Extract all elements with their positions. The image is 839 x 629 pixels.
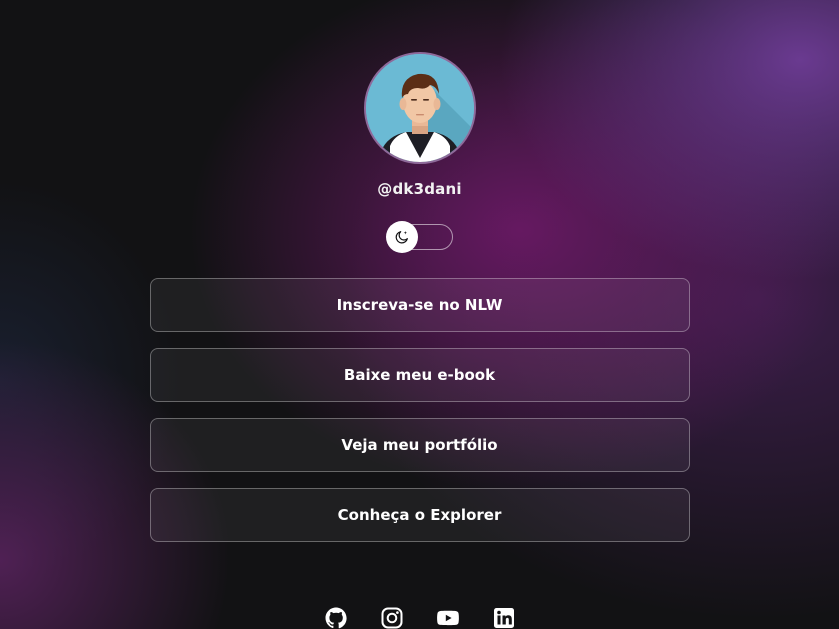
list-item: Veja meu portfólio — [149, 418, 690, 472]
instagram-link[interactable] — [380, 606, 404, 629]
profile: @dk3dani — [150, 52, 690, 253]
youtube-icon — [436, 610, 459, 626]
links-list: Inscreva-se no NLW Baixe meu e-book Veja… — [149, 278, 690, 542]
theme-toggle[interactable] — [385, 221, 453, 253]
theme-toggle-knob[interactable] — [385, 221, 418, 253]
avatar-illustration — [365, 54, 474, 162]
list-item: Inscreva-se no NLW — [149, 278, 690, 332]
link-button-portfolio[interactable]: Veja meu portfólio — [149, 418, 690, 472]
list-item: Conheça o Explorer — [149, 488, 690, 542]
list-item: Baixe meu e-book — [149, 348, 690, 402]
linkedin-link[interactable] — [492, 606, 516, 629]
username: @dk3dani — [377, 180, 462, 198]
moon-icon — [395, 231, 408, 244]
link-button-nlw[interactable]: Inscreva-se no NLW — [149, 278, 690, 332]
instagram-icon — [381, 607, 402, 629]
link-button-ebook[interactable]: Baixe meu e-book — [149, 348, 690, 402]
youtube-link[interactable] — [436, 606, 460, 629]
github-icon — [325, 607, 347, 629]
link-button-explorer[interactable]: Conheça o Explorer — [149, 488, 690, 542]
social-links — [0, 606, 839, 629]
linkedin-icon — [493, 608, 514, 628]
github-link[interactable] — [324, 606, 348, 629]
avatar — [363, 52, 476, 164]
main-container: @dk3dani Inscreva-se no NLW Baixe meu e-… — [149, 0, 690, 542]
